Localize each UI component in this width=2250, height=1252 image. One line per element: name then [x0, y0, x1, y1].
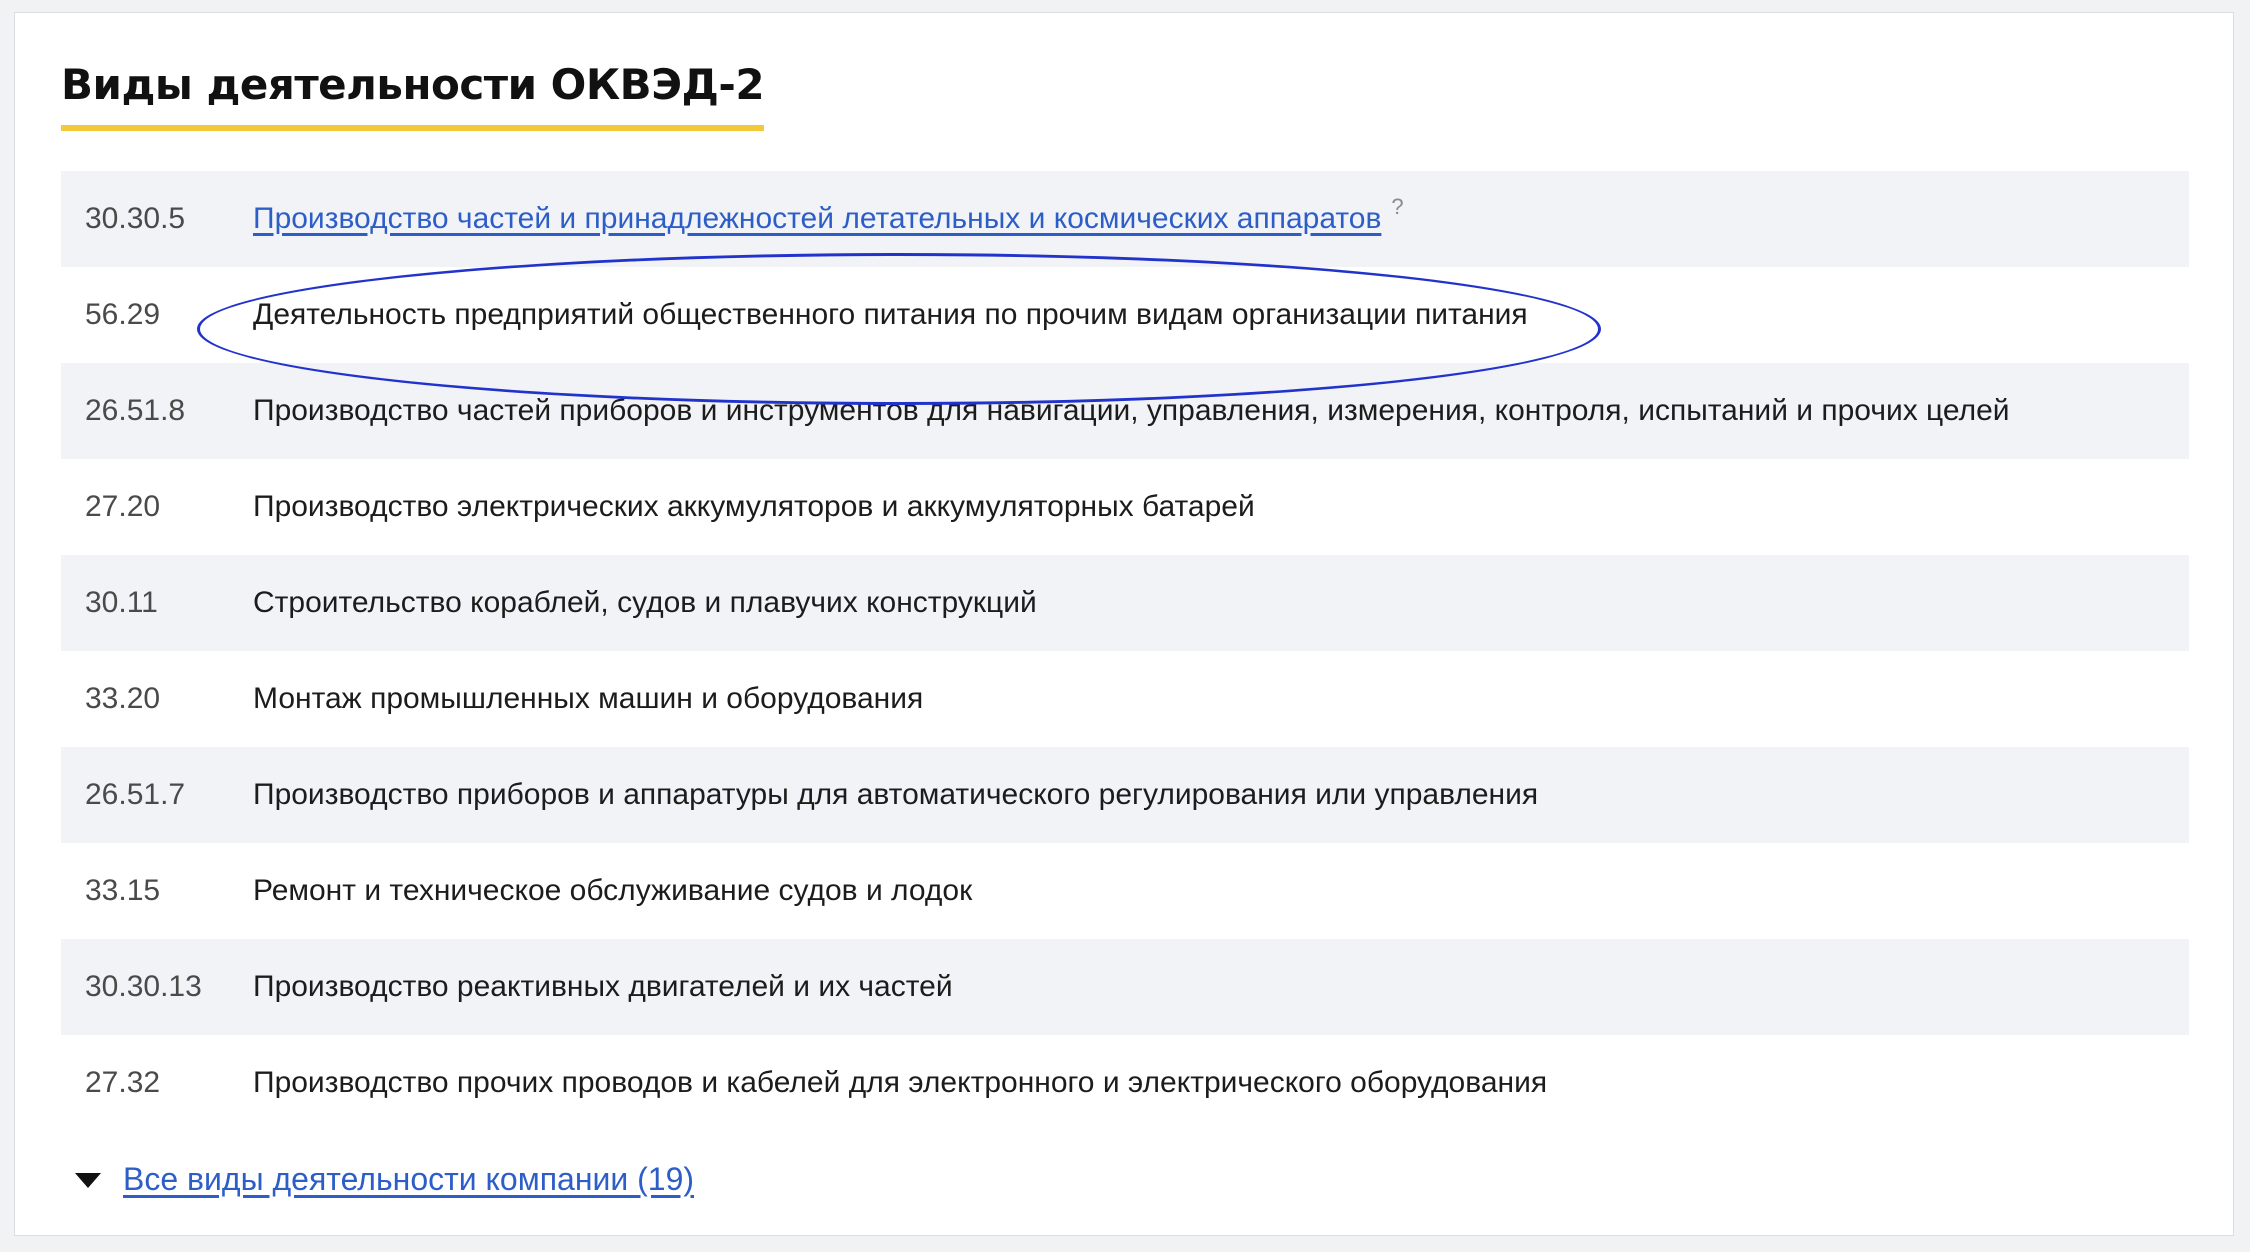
activity-code: 33.20: [85, 682, 161, 715]
activity-code: 30.30.5: [85, 202, 186, 235]
triangle-down-icon: [75, 1173, 101, 1188]
activity-row: 33.15 Ремонт и техническое обслуживание …: [61, 843, 2189, 939]
activity-code: 30.11: [85, 586, 158, 619]
activity-code: 33.15: [85, 874, 161, 907]
activity-name: Производство реактивных двигателей и их …: [253, 970, 953, 1003]
activity-code: 30.30.13: [85, 970, 202, 1003]
activity-name: Деятельность предприятий общественного п…: [253, 298, 1528, 331]
activity-code: 26.51.8: [85, 394, 186, 427]
activities-list: 30.30.5 Производство частей и принадлежн…: [61, 171, 2189, 1131]
activity-code: 27.32: [85, 1066, 161, 1099]
activity-link[interactable]: Производство частей и принадлежностей ле…: [253, 202, 1381, 236]
all-activities-toggle[interactable]: Все виды деятельности компании (19): [75, 1161, 694, 1198]
activity-name: Производство электрических аккумуляторов…: [253, 490, 1255, 523]
activity-row: 33.20 Монтаж промышленных машин и оборуд…: [61, 651, 2189, 747]
activity-code: 56.29: [85, 298, 161, 331]
activity-code: 26.51.7: [85, 778, 186, 811]
activity-name: Ремонт и техническое обслуживание судов …: [253, 874, 973, 907]
activity-name: Строительство кораблей, судов и плавучих…: [253, 586, 1037, 619]
activity-row: 30.30.5 Производство частей и принадлежн…: [61, 171, 2189, 267]
activity-row: 30.30.13 Производство реактивных двигате…: [61, 939, 2189, 1035]
activity-row: 56.29 Деятельность предприятий обществен…: [61, 267, 2189, 363]
activity-name: Монтаж промышленных машин и оборудования: [253, 682, 924, 715]
all-activities-link[interactable]: Все виды деятельности компании (19): [123, 1161, 694, 1198]
activity-row: 26.51.7 Производство приборов и аппарату…: [61, 747, 2189, 843]
activity-name: Производство приборов и аппаратуры для а…: [253, 778, 1539, 811]
activity-row: 27.32 Производство прочих проводов и каб…: [61, 1035, 2189, 1131]
activity-name: Производство частей приборов и инструмен…: [253, 394, 2010, 427]
activity-row: 27.20 Производство электрических аккумул…: [61, 459, 2189, 555]
activity-row: 30.11 Строительство кораблей, судов и пл…: [61, 555, 2189, 651]
activity-code: 27.20: [85, 490, 161, 523]
activity-row: 26.51.8 Производство частей приборов и и…: [61, 363, 2189, 459]
okved-card: Виды деятельности ОКВЭД-2 30.30.5 Произв…: [14, 12, 2234, 1236]
section-title: Виды деятельности ОКВЭД-2: [61, 57, 765, 131]
activity-name: Производство прочих проводов и кабелей д…: [253, 1066, 1548, 1099]
section-header: Виды деятельности ОКВЭД-2: [61, 57, 765, 131]
help-icon[interactable]: ?: [1391, 194, 1403, 220]
